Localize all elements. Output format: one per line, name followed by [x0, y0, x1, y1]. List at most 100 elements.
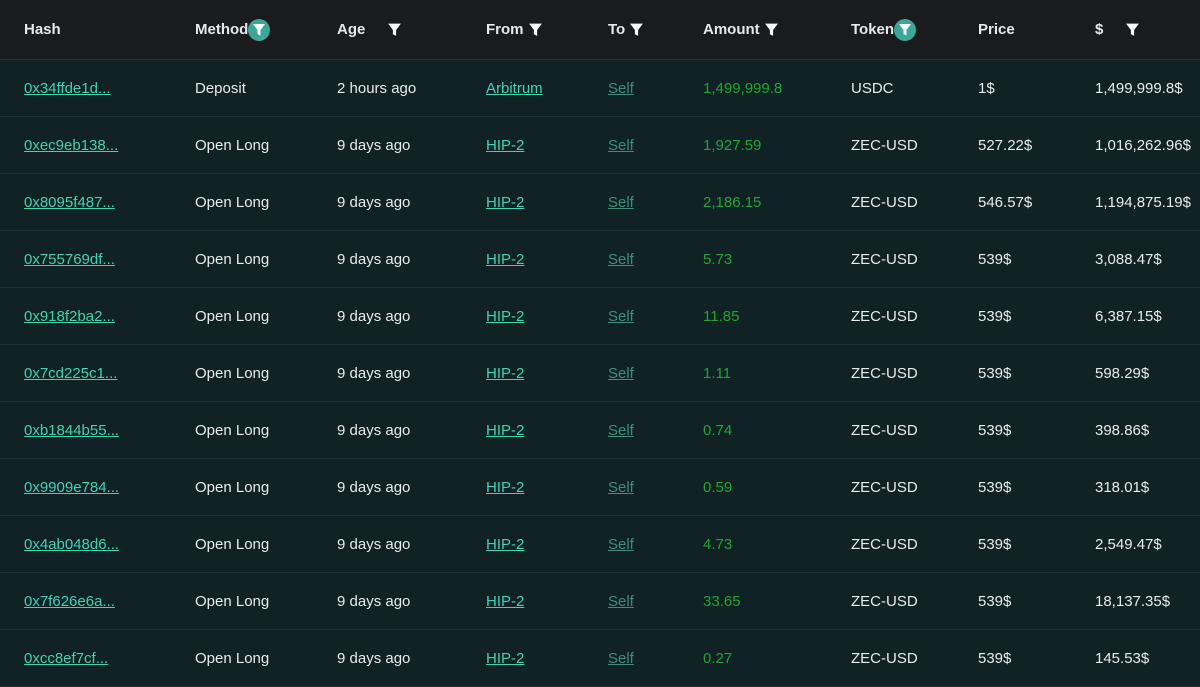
to-container: Self: [608, 288, 634, 344]
from-link[interactable]: HIP-2: [486, 593, 524, 610]
header-hash: Hash: [24, 0, 61, 59]
to-link[interactable]: Self: [608, 308, 634, 325]
to-link[interactable]: Self: [608, 251, 634, 268]
from-container: HIP-2: [486, 174, 524, 230]
to-link[interactable]: Self: [608, 365, 634, 382]
amount-cell-container: 1,499,999.8: [703, 60, 782, 116]
to-link[interactable]: Self: [608, 137, 634, 154]
price-cell-container: 539$: [978, 231, 1011, 287]
price-cell-container: 539$: [978, 573, 1011, 629]
usd-value-cell: 598.29$: [1095, 364, 1150, 382]
tx-hash-link[interactable]: 0x918f2ba2...: [24, 308, 115, 325]
from-container: HIP-2: [486, 117, 524, 173]
usd-value-cell-container: 1,499,999.8$: [1095, 60, 1183, 116]
tx-hash-link[interactable]: 0x8095f487...: [24, 194, 115, 211]
price-cell-container: 539$: [978, 402, 1011, 458]
from-link[interactable]: HIP-2: [486, 308, 524, 325]
usd-value-cell-container: 18,137.35$: [1095, 573, 1170, 629]
age-cell: 9 days ago: [337, 592, 411, 610]
from-link[interactable]: HIP-2: [486, 365, 524, 382]
table-row[interactable]: 0x755769df... Open Long 9 days ago HIP-2 Sel…: [0, 231, 1200, 288]
to-link[interactable]: Self: [608, 479, 634, 496]
amount-cell: 1,499,999.8: [703, 79, 783, 97]
from-link[interactable]: HIP-2: [486, 137, 524, 154]
price-cell-container: 539$: [978, 630, 1011, 686]
token-filter-active-icon[interactable]: [894, 18, 917, 41]
transactions-table: Hash Method Age From To Amount Token Pri…: [0, 0, 1200, 687]
table-row[interactable]: 0x7f626e6a... Open Long 9 days ago HIP-2 Sel…: [0, 573, 1200, 630]
age-cell-container: 9 days ago: [337, 573, 410, 629]
header-token: Token: [851, 0, 917, 59]
amount-filter-icon[interactable]: [764, 22, 779, 38]
age-cell: 9 days ago: [337, 649, 411, 667]
tx-hash-link[interactable]: 0x755769df...: [24, 251, 115, 268]
token-cell-container: ZEC-USD: [851, 231, 918, 287]
tx-hash-link[interactable]: 0x34ffde1d...: [24, 80, 110, 97]
price-cell: 539$: [978, 478, 1012, 496]
table-row[interactable]: 0x4ab048d6... Open Long 9 days ago HIP-2 Sel…: [0, 516, 1200, 573]
tx-hash-link[interactable]: 0xec9eb138...: [24, 137, 118, 154]
table-row[interactable]: 0x7cd225c1... Open Long 9 days ago HIP-2 Sel…: [0, 345, 1200, 402]
from-link[interactable]: Arbitrum: [486, 80, 543, 97]
table-row[interactable]: 0x9909e784... Open Long 9 days ago HIP-2 Sel…: [0, 459, 1200, 516]
token-cell: ZEC-USD: [851, 364, 918, 382]
from-filter-icon[interactable]: [528, 22, 543, 38]
to-link[interactable]: Self: [608, 650, 634, 667]
to-link[interactable]: Self: [608, 194, 634, 211]
table-row[interactable]: 0xb1844b55... Open Long 9 days ago HIP-2 Sel…: [0, 402, 1200, 459]
usd-value-cell-container: 2,549.47$: [1095, 516, 1162, 572]
age-cell: 2 hours ago: [337, 79, 417, 97]
tx-hash-container: 0x918f2ba2...: [24, 288, 115, 344]
usd-value-cell: 1,194,875.19$: [1095, 193, 1191, 211]
to-link[interactable]: Self: [608, 80, 634, 97]
token-cell: USDC: [851, 79, 894, 97]
to-link[interactable]: Self: [608, 536, 634, 553]
method-filter-active-icon[interactable]: [248, 18, 271, 41]
to-link[interactable]: Self: [608, 422, 634, 439]
age-cell-container: 9 days ago: [337, 345, 410, 401]
usd-value-cell-container: 1,016,262.96$: [1095, 117, 1191, 173]
token-cell: ZEC-USD: [851, 535, 918, 553]
table-row[interactable]: 0x8095f487... Open Long 9 days ago HIP-2 Sel…: [0, 174, 1200, 231]
table-row[interactable]: 0xcc8ef7cf... Open Long 9 days ago HIP-2 Sel…: [0, 630, 1200, 687]
method-cell: Open Long: [195, 307, 270, 325]
from-link[interactable]: HIP-2: [486, 251, 524, 268]
usd-value-cell-container: 398.86$: [1095, 402, 1149, 458]
usd-value-cell: 318.01$: [1095, 478, 1150, 496]
tx-hash-link[interactable]: 0x4ab048d6...: [24, 536, 119, 553]
header-from: From: [486, 0, 543, 59]
table-row[interactable]: 0x34ffde1d... Deposit 2 hours ago Arbitrum S…: [0, 60, 1200, 117]
header-amount: Amount: [703, 0, 779, 59]
table-row[interactable]: 0xec9eb138... Open Long 9 days ago HIP-2 Sel…: [0, 117, 1200, 174]
table-row[interactable]: 0x918f2ba2... Open Long 9 days ago HIP-2 Sel…: [0, 288, 1200, 345]
age-filter-icon[interactable]: [387, 22, 402, 38]
tx-hash-link[interactable]: 0xb1844b55...: [24, 422, 119, 439]
tx-hash-link[interactable]: 0x9909e784...: [24, 479, 119, 496]
amount-cell: 1.11: [703, 364, 732, 382]
from-link[interactable]: HIP-2: [486, 422, 524, 439]
age-cell: 9 days ago: [337, 535, 411, 553]
to-container: Self: [608, 630, 634, 686]
to-link[interactable]: Self: [608, 593, 634, 610]
from-container: HIP-2: [486, 459, 524, 515]
amount-cell: 0.74: [703, 421, 733, 439]
price-cell: 539$: [978, 307, 1012, 325]
tx-hash-container: 0x4ab048d6...: [24, 516, 119, 572]
to-filter-icon[interactable]: [629, 22, 644, 38]
tx-hash-link[interactable]: 0x7f626e6a...: [24, 593, 115, 610]
tx-hash-link[interactable]: 0x7cd225c1...: [24, 365, 117, 382]
amount-cell-container: 0.74: [703, 402, 732, 458]
from-link[interactable]: HIP-2: [486, 194, 524, 211]
from-link[interactable]: HIP-2: [486, 650, 524, 667]
header-token-label: Token: [851, 21, 895, 38]
from-link[interactable]: HIP-2: [486, 536, 524, 553]
from-link[interactable]: HIP-2: [486, 479, 524, 496]
age-cell: 9 days ago: [337, 193, 411, 211]
amount-cell-container: 11.85: [703, 288, 739, 344]
tx-hash-link[interactable]: 0xcc8ef7cf...: [24, 650, 108, 667]
method-cell: Open Long: [195, 136, 270, 154]
to-container: Self: [608, 345, 634, 401]
header-price: Price: [978, 0, 1015, 59]
usd-filter-icon[interactable]: [1125, 22, 1140, 38]
header-age-label: Age: [337, 21, 366, 38]
